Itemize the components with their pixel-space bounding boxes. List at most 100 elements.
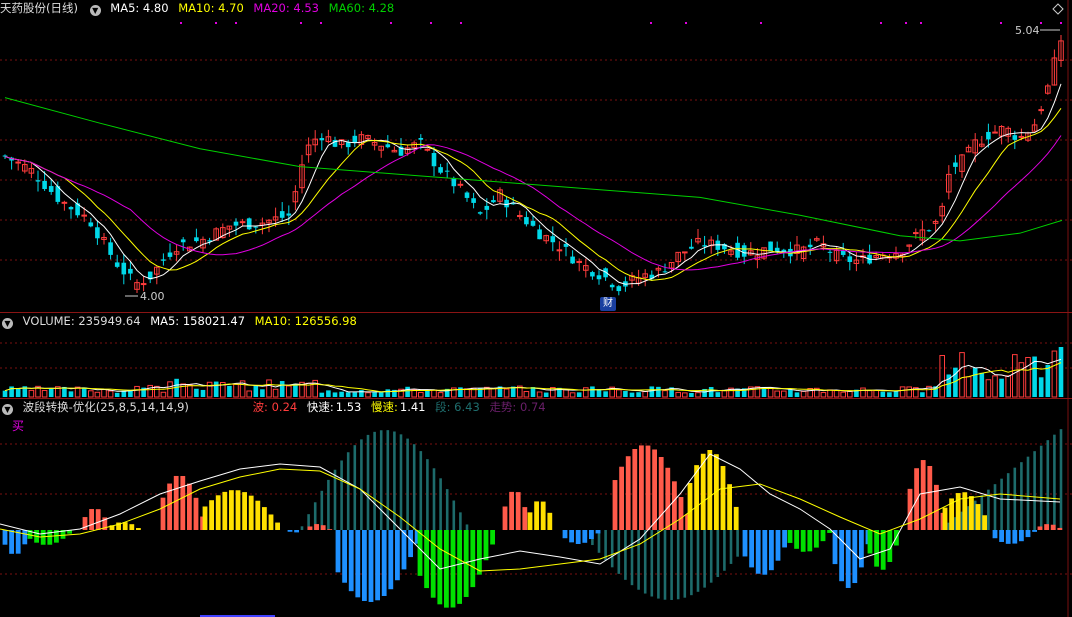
candle-body [194,237,199,242]
indicator-panel[interactable]: ▼ 波段转换-优化(25,8,5,14,14,9) 波: 0.24 快速: 1.5… [0,398,1072,617]
volume-bar [286,385,292,398]
wave-bar [268,514,274,530]
candle-body [114,262,120,267]
candle-body [1038,109,1045,112]
wave-bar [867,530,873,554]
wave-bar [658,457,664,530]
wave-bar [1019,530,1024,542]
diamond-icon [1052,3,1064,15]
volume-bar [48,388,54,397]
volume-bar [213,381,219,397]
wave-bar [180,475,186,530]
volume-bar [279,381,285,397]
wave-bar [794,530,799,549]
indicator-kuaisu-label: 快速: [306,400,334,414]
duan-bar [723,530,726,571]
wave-bar [852,530,858,584]
ma10-legend: MA10: 4.70 [178,1,244,15]
volume-bar [345,392,351,397]
volume-bar [715,392,721,397]
wave-bar [1050,524,1056,530]
volume-bar [920,392,925,397]
indicator-chart[interactable] [0,399,1072,617]
finance-marker-icon[interactable]: 财 [600,297,616,311]
volume-bar [319,392,325,397]
indicator-mansu-value: 1.41 [399,400,426,414]
candle-body [121,262,127,275]
candle-body [609,284,615,288]
candle-body [418,138,424,140]
wave-bar [1057,527,1063,530]
volume-bar [437,392,444,398]
candle-body [471,198,476,203]
event-dot [905,22,907,24]
volume-bar [860,387,866,398]
wave-bar [242,492,247,530]
volume-bar [81,387,87,397]
buy-signal-label: 买 [12,419,25,433]
volume-bar [623,391,628,397]
wave-bar [15,530,21,554]
wave-bar [975,504,981,530]
event-dot [215,22,217,24]
ma20-legend: MA20: 4.53 [253,1,319,15]
volume-bar [272,388,279,398]
duan-bar [1046,440,1050,530]
stock-title: 天药股份(日线) [0,1,78,15]
candle-body [431,153,437,167]
candle-body [48,186,54,192]
volume-bar [708,387,714,397]
candle-body [1012,135,1018,140]
candle-body [385,144,391,148]
wave-bar [665,467,671,530]
settings-circle-icon[interactable]: ▼ [2,318,13,329]
volume-bar [536,391,543,398]
candlestick-chart[interactable] [0,0,1072,312]
volume-bar [154,385,160,398]
wave-bar [444,530,449,608]
volume-bar [260,389,265,397]
duan-bar [1033,451,1036,530]
volume-panel[interactable]: ▼ VOLUME: 235949.64 MA5: 158021.47 MA10:… [0,312,1072,399]
price-panel[interactable]: 天药股份(日线) ▼ MA5: 4.80 MA10: 4.70 MA20: 4.… [0,0,1072,312]
volume-bar [15,388,21,397]
volume-bar [847,390,853,398]
wave-bar [1005,530,1011,544]
wave-bar [749,530,754,568]
volume-bar [167,381,173,398]
settings-circle-icon[interactable]: ▼ [2,404,13,415]
candle-body [524,217,529,225]
wave-bar [222,491,228,530]
settings-circle-icon[interactable]: ▼ [89,5,101,16]
volume-bar [1012,354,1018,398]
candle-body [444,170,450,172]
volume-bar [233,383,239,398]
candle-body [424,148,431,151]
wave-bar [255,500,261,530]
volume-bar [378,392,384,397]
candle-body [847,256,853,262]
candle-body [616,286,622,292]
event-dot [1000,22,1002,24]
candle-body [530,220,536,226]
duan-bar [1039,445,1043,530]
wave-bar [515,492,521,530]
wave-bar [595,530,601,534]
volume-bar [41,389,48,398]
volume-bar [94,391,101,398]
candle-body [662,271,668,273]
wave-bar [1025,530,1031,538]
wave-bar [395,530,400,581]
volume-bar [114,392,120,397]
wave-bar [625,456,631,530]
volume-bar [939,354,946,398]
wave-bar [307,526,313,530]
candle-body [913,232,919,235]
duan-bar [1006,473,1010,530]
duan-bar [624,530,627,580]
duan-bar [432,468,436,530]
wave-bar [547,512,553,530]
wave-bar [457,530,462,604]
wave-bar [522,507,528,530]
volume-bar [134,385,140,398]
